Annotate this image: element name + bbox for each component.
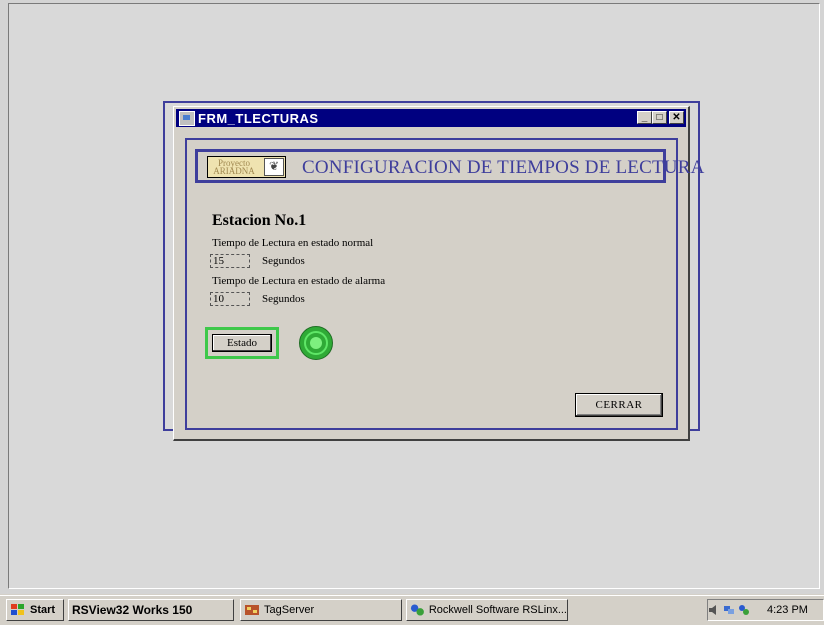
close-button[interactable]: ✕ <box>669 111 684 124</box>
system-tray: 4:23 PM <box>707 599 824 621</box>
start-button[interactable]: Start <box>6 599 64 621</box>
normal-time-unit: Segundos <box>262 255 305 267</box>
taskbar-item-rsview[interactable]: RSView32 Works 150 <box>68 599 234 621</box>
tagserver-icon <box>245 605 259 615</box>
status-indicator <box>299 326 333 360</box>
logo-emblem-icon: ❦ <box>264 158 284 176</box>
config-panel: Proyecto ARIADNA ❦ CONFIGURACION DE TIEM… <box>185 138 704 430</box>
windows-logo-icon <box>11 604 24 615</box>
ariadna-logo: Proyecto ARIADNA ❦ <box>207 156 286 178</box>
alarm-time-label: Tiempo de Lectura en estado de alarma <box>212 275 386 287</box>
normal-time-label: Tiempo de Lectura en estado normal <box>212 237 374 249</box>
normal-time-input[interactable]: 15 <box>210 254 250 268</box>
cerrar-button[interactable]: CERRAR <box>575 393 663 417</box>
start-label: Start <box>30 604 56 616</box>
title-bar[interactable]: FRM_TLECTURAS _ □ ✕ <box>176 109 686 127</box>
alarm-time-unit: Segundos <box>262 293 305 305</box>
alarm-time-input[interactable]: 10 <box>210 292 250 306</box>
taskbar-item-label: Rockwell Software RSLinx... <box>428 604 567 616</box>
logo-text: Proyecto ARIADNA <box>213 158 255 176</box>
frm-tlecturas-window: FRM_TLECTURAS _ □ ✕ Proyecto ARIADNA ❦ C… <box>173 106 704 441</box>
station-title: Estacion No.1 <box>212 212 307 229</box>
clock: 4:23 PM <box>767 604 808 616</box>
taskbar-item-label: RSView32 Works 150 <box>72 603 193 617</box>
taskbar-item-tagserver[interactable]: TagServer <box>240 599 402 621</box>
taskbar-item-label: TagServer <box>264 604 315 616</box>
estado-highlight: Estado <box>205 327 279 359</box>
header-box: Proyecto ARIADNA ❦ CONFIGURACION DE TIEM… <box>195 149 704 183</box>
page-title: CONFIGURACION DE TIEMPOS DE LECTURA <box>302 157 705 178</box>
taskbar-item-rslinx[interactable]: Rockwell Software RSLinx... <box>406 599 568 621</box>
window-controls: _ □ ✕ <box>637 111 684 124</box>
speaker-icon[interactable] <box>708 604 720 616</box>
rslinx-icon <box>410 604 424 616</box>
window-icon <box>179 110 195 126</box>
estado-button[interactable]: Estado <box>212 334 272 352</box>
taskbar: Start RSView32 Works 150 TagServer Rockw… <box>0 595 824 625</box>
rslinx-tray-icon[interactable] <box>738 604 750 616</box>
maximize-button[interactable]: □ <box>652 111 667 124</box>
minimize-button[interactable]: _ <box>637 111 652 124</box>
window-title: FRM_TLECTURAS <box>198 110 319 126</box>
network-icon[interactable] <box>723 604 735 616</box>
